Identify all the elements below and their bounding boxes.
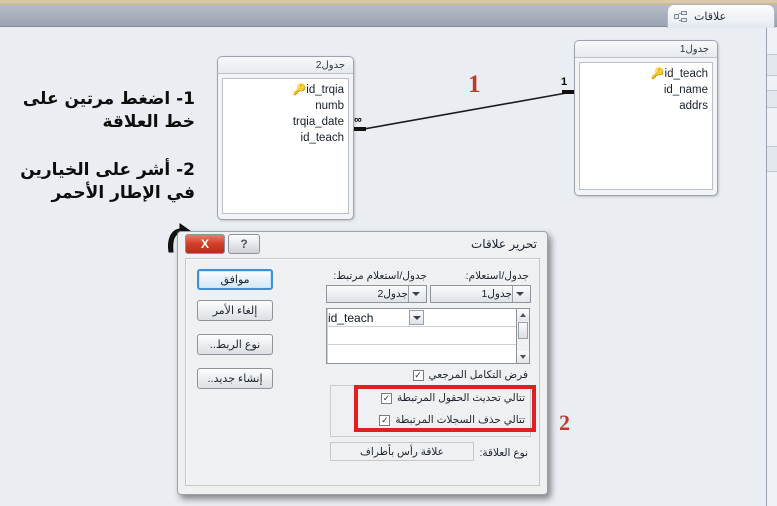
- edit-relationships-dialog[interactable]: تحرير علاقات X ? موافق إلغاء الأمر نوع ا…: [177, 231, 548, 495]
- create-new-button[interactable]: إنشاء جديد..: [197, 368, 273, 389]
- cardinality-one: 1: [561, 76, 568, 88]
- grid-cell-left-field[interactable]: [327, 327, 425, 344]
- right-docked-pane[interactable]: [766, 28, 777, 506]
- table-box-jadwal2[interactable]: جدول2 id_trqia numb trqia_date id_teach: [217, 56, 354, 220]
- join-fields-grid[interactable]: id_teach: [326, 308, 517, 364]
- table-field[interactable]: id_teach: [584, 66, 708, 82]
- related-table-query-combo[interactable]: جدول2: [326, 285, 427, 303]
- ribbon-band: [0, 5, 777, 27]
- grid-cell-right-field[interactable]: [425, 309, 516, 326]
- instruction-step-2-line-2: في الإطار الأحمر: [51, 183, 195, 204]
- relationships-icon: [674, 10, 688, 23]
- grid-cell-value: id_teach: [328, 310, 374, 325]
- scrollbar-thumb[interactable]: [518, 322, 528, 339]
- table-box-jadwal1[interactable]: جدول1 id_teach id_name addrs: [574, 40, 718, 196]
- table-query-label: جدول/استعلام:: [465, 270, 529, 282]
- chevron-down-icon[interactable]: [408, 286, 422, 302]
- red-highlight-box: [354, 385, 536, 432]
- related-table-query-label: جدول/استعلام مرتبط:: [333, 270, 427, 282]
- instruction-step-2: 2- أشر على الخيارين في الإطار الأحمر: [10, 159, 195, 206]
- table-field-list[interactable]: id_trqia numb trqia_date id_teach: [222, 78, 349, 214]
- close-button[interactable]: X: [185, 234, 225, 254]
- grid-row[interactable]: [327, 327, 516, 345]
- table-field-list[interactable]: id_teach id_name addrs: [579, 62, 713, 190]
- field-label: id_name: [663, 84, 708, 96]
- dialog-titlebar[interactable]: تحرير علاقات X ?: [178, 232, 547, 258]
- table-field[interactable]: numb: [227, 98, 344, 114]
- instruction-step-1: 1- اضغط مرتين على خط العلاقة: [10, 88, 195, 135]
- enforce-referential-integrity-checkbox[interactable]: فرض التكامل المرجعي: [412, 369, 529, 381]
- grid-row[interactable]: [327, 345, 516, 363]
- scroll-down-button[interactable]: [517, 351, 529, 363]
- document-tab-label: علاقات: [694, 11, 727, 23]
- table-field[interactable]: id_teach: [227, 130, 344, 146]
- help-icon: ?: [240, 237, 248, 251]
- document-tab-relationships[interactable]: علاقات: [667, 4, 775, 28]
- instruction-step-1-line-2: خط العلاقة: [102, 112, 195, 133]
- grid-cell-right-field[interactable]: [425, 345, 516, 363]
- dialog-body: موافق إلغاء الأمر نوع الربط.. إنشاء جديد…: [185, 258, 540, 486]
- table-query-combo-value: جدول1: [481, 288, 512, 300]
- field-label: trqia_date: [292, 116, 344, 128]
- help-button[interactable]: ?: [228, 234, 260, 254]
- grid-row[interactable]: id_teach: [327, 309, 516, 327]
- join-type-button[interactable]: نوع الربط..: [197, 334, 273, 355]
- grid-cell-right-field[interactable]: [425, 327, 516, 344]
- close-icon: X: [201, 237, 210, 251]
- table-caption: جدول1: [575, 41, 717, 58]
- primary-key-icon: [651, 68, 665, 80]
- checkbox-box[interactable]: [412, 369, 424, 381]
- instruction-step-1-line-1: 1- اضغط مرتين على: [22, 89, 195, 109]
- table-query-combo[interactable]: جدول1: [430, 285, 531, 303]
- checkbox-label: فرض التكامل المرجعي: [428, 369, 529, 381]
- field-label: addrs: [679, 100, 708, 112]
- grid-scrollbar[interactable]: [517, 308, 530, 364]
- chevron-down-icon[interactable]: [512, 286, 526, 302]
- grid-cell-left-field[interactable]: id_teach: [327, 309, 425, 326]
- table-field[interactable]: addrs: [584, 98, 708, 114]
- field-label: id_trqia: [306, 84, 344, 96]
- relationship-type-value: علاقة رأس بأطراف: [330, 442, 474, 461]
- field-label: numb: [315, 100, 344, 112]
- ok-button[interactable]: موافق: [197, 269, 273, 290]
- table-field[interactable]: trqia_date: [227, 114, 344, 130]
- cancel-button[interactable]: إلغاء الأمر: [197, 300, 273, 321]
- table-caption: جدول2: [218, 57, 353, 74]
- primary-key-icon: [293, 84, 307, 96]
- field-label: id_teach: [300, 132, 344, 144]
- chevron-down-icon[interactable]: [409, 310, 425, 325]
- relationship-type-label: نوع العلاقة:: [479, 447, 528, 459]
- grid-cell-left-field[interactable]: [327, 345, 425, 363]
- field-label: id_teach: [664, 68, 708, 80]
- table-field[interactable]: id_name: [584, 82, 708, 98]
- annotation-marker-1: 1: [468, 71, 481, 98]
- dialog-title: تحرير علاقات: [470, 237, 537, 251]
- table-field[interactable]: id_trqia: [227, 82, 344, 98]
- annotation-marker-2: 2: [559, 410, 570, 435]
- instruction-step-2-line-1: 2- أشر على الخيارين: [20, 160, 195, 180]
- cardinality-many: ∞: [354, 114, 362, 126]
- scroll-up-button[interactable]: [517, 309, 529, 321]
- related-table-query-combo-value: جدول2: [377, 288, 408, 300]
